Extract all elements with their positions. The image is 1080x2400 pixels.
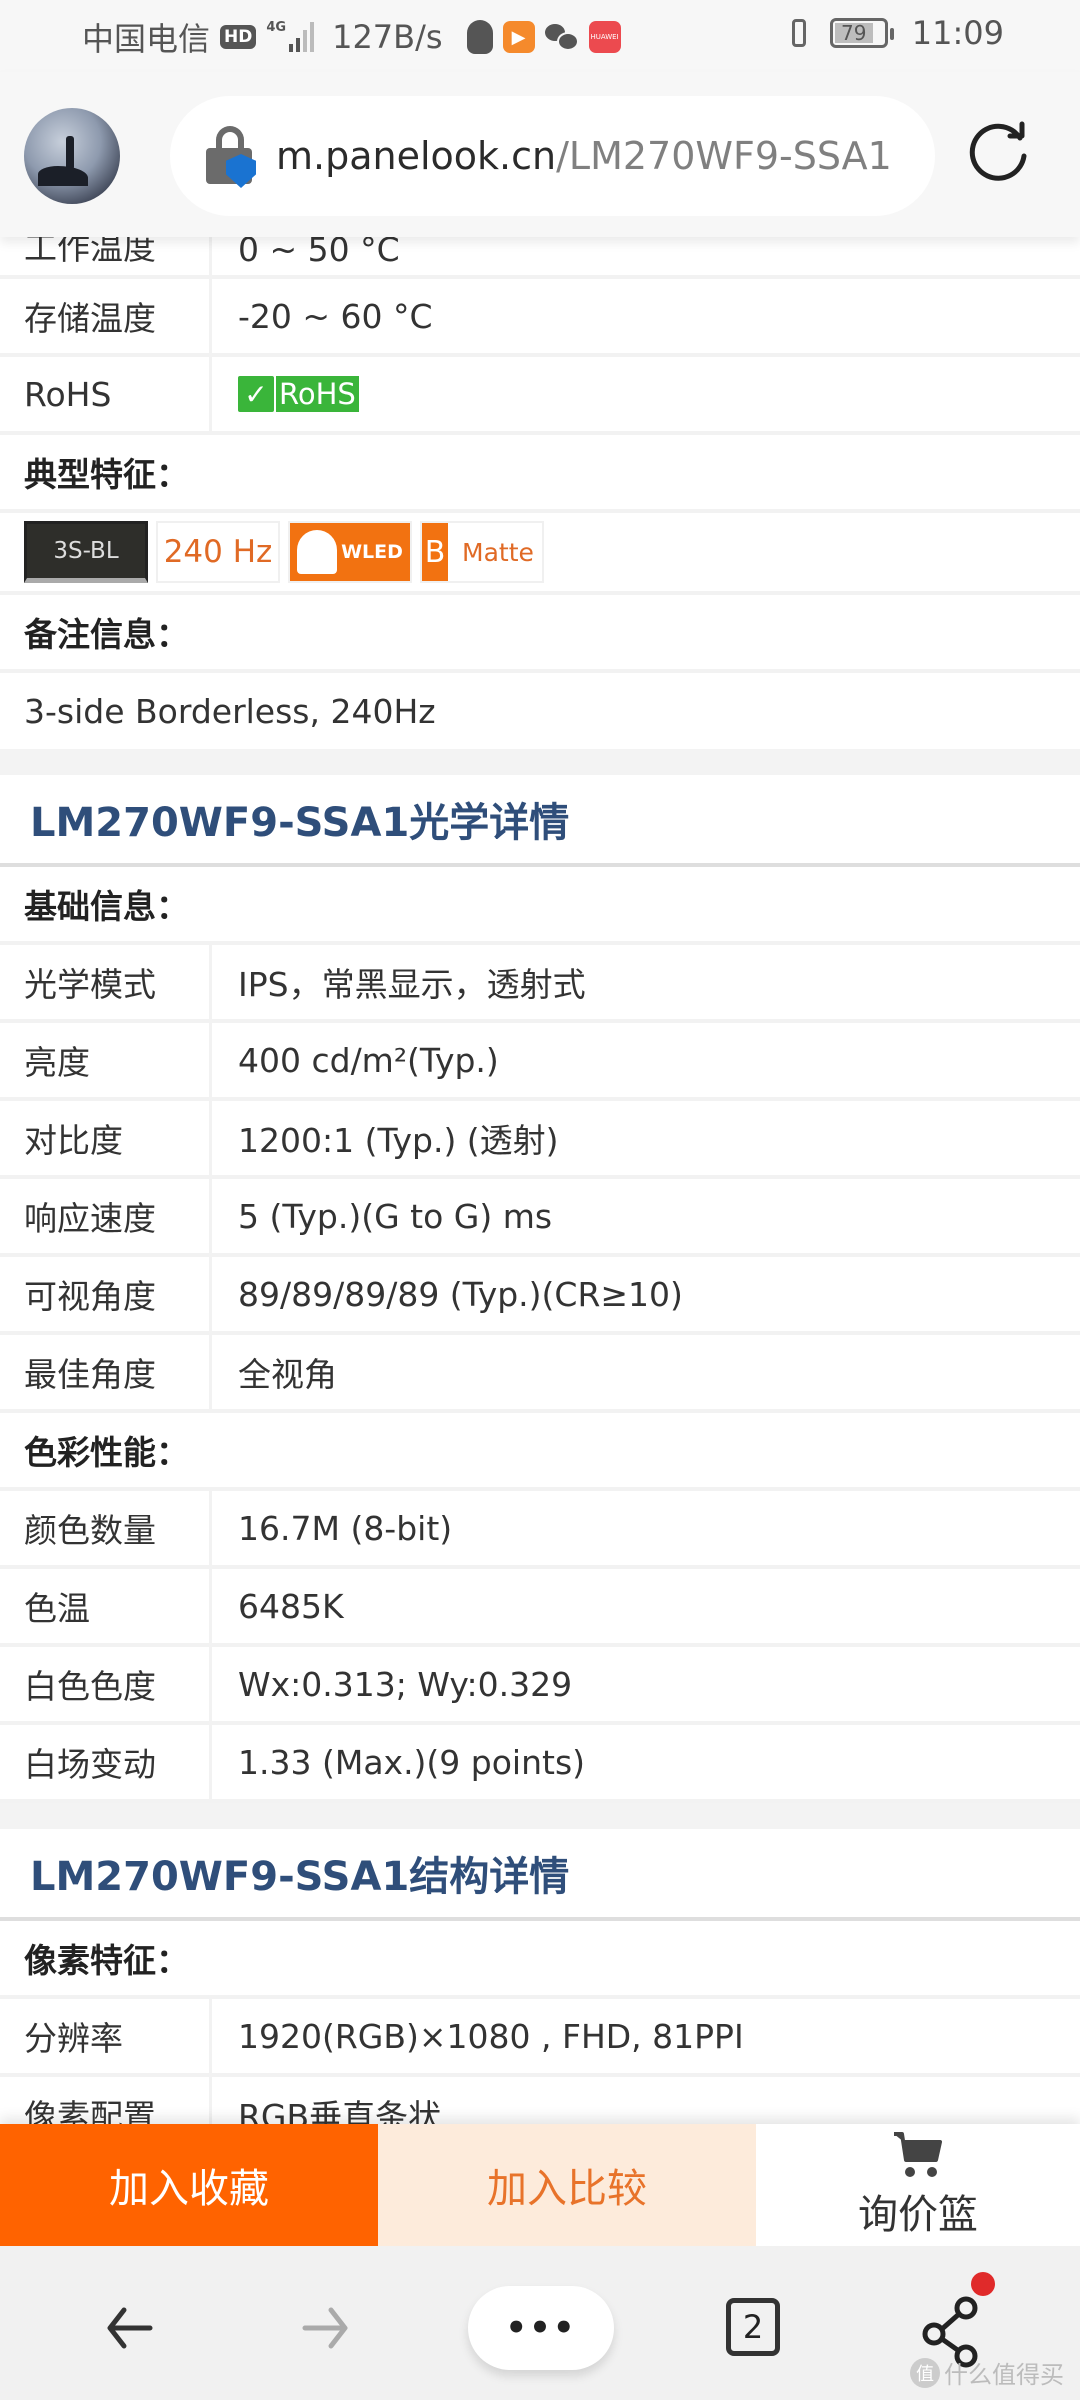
spec-value: 89/89/89/89 (Typ.)(CR≥10)	[238, 1274, 683, 1314]
features-heading: 典型特征：	[0, 435, 1080, 513]
browser-toolbar: m.panelook.cn/LM270WF9-SSA1	[0, 72, 1080, 237]
battery-level: 79	[834, 21, 873, 45]
hd-voice-icon: HD	[220, 25, 257, 49]
remarks-heading: 备注信息：	[0, 595, 1080, 673]
spec-label: 白色色度	[0, 1647, 212, 1721]
optical-section-title: LM270WF9-SSA1光学详情	[0, 775, 1080, 867]
action-bar: 加入收藏 加入比较 询价篮	[0, 2124, 1080, 2246]
spec-label: 颜色数量	[0, 1491, 212, 1565]
badge-3s-bl[interactable]: 3S-BL	[24, 521, 148, 583]
spec-label: 光学模式	[0, 945, 212, 1019]
carrier-name: 中国电信	[82, 20, 211, 58]
spec-label: 存储温度	[0, 279, 212, 353]
url-path: /LM270WF9-SSA1	[556, 134, 892, 178]
color-heading: 色彩性能：	[0, 1413, 1080, 1491]
spec-label: 响应速度	[0, 1179, 212, 1253]
spec-label: 色温	[0, 1569, 212, 1643]
tabs-button[interactable]: 2	[726, 2298, 780, 2356]
spec-value: 6485K	[238, 1586, 344, 1626]
spec-row: 白色色度 Wx:0.313; Wy:0.329	[0, 1647, 1080, 1725]
spec-label: RoHS	[0, 357, 212, 431]
reload-button[interactable]	[964, 116, 1036, 188]
spec-value: 1920(RGB)×1080 , FHD, 81PPI	[238, 2016, 744, 2056]
arrow-right-icon	[302, 2307, 348, 2349]
basic-info-heading: 基础信息：	[0, 867, 1080, 945]
huawei-icon: HUAWEI	[588, 21, 621, 53]
watermark-logo-icon: 值	[910, 2357, 940, 2388]
badge-240hz[interactable]: 240 Hz	[156, 521, 280, 583]
notification-dot	[971, 2272, 995, 2296]
badge-wled[interactable]: WLED	[288, 521, 412, 583]
spec-value: 400 cd/m²(Typ.)	[238, 1040, 499, 1080]
cart-icon	[894, 2132, 942, 2177]
spec-value: 1200:1 (Typ.) (透射)	[238, 1121, 559, 1160]
spec-label: 亮度	[0, 1023, 212, 1097]
check-icon: ✓	[238, 376, 274, 412]
wechat-icon	[544, 22, 579, 52]
vibrate-icon	[782, 18, 816, 48]
status-bar: 中国电信 HD 4G 127B/s ▶ HUAWEI 79 11:09	[0, 0, 1080, 72]
spec-row: 存储温度 -20 ~ 60 °C	[0, 279, 1080, 357]
spec-label: 白场变动	[0, 1725, 212, 1799]
spec-label: 工作温度	[0, 237, 212, 275]
spec-row: 对比度 1200:1 (Typ.) (透射)	[0, 1101, 1080, 1179]
spec-row: 工作温度 0 ~ 50 °C	[0, 237, 1080, 279]
secure-lock-icon	[206, 126, 258, 188]
spec-row: 分辨率 1920(RGB)×1080 , FHD, 81PPI	[0, 1999, 1080, 2077]
reload-icon	[969, 121, 1027, 181]
spec-row: 亮度 400 cd/m²(Typ.)	[0, 1023, 1080, 1101]
spec-row: RoHS ✓ RoHS	[0, 357, 1080, 435]
spec-row: 最佳角度 全视角	[0, 1335, 1080, 1413]
spec-value: -20 ~ 60 °C	[238, 296, 433, 336]
address-bar[interactable]: m.panelook.cn/LM270WF9-SSA1	[170, 96, 935, 216]
url-host: m.panelook.cn	[276, 134, 557, 178]
qq-icon	[466, 20, 493, 54]
add-compare-button[interactable]: 加入比较	[378, 2124, 756, 2246]
pixel-heading: 像素特征：	[0, 1921, 1080, 1999]
rohs-badge: ✓ RoHS	[238, 376, 359, 412]
remarks-text: 3-side Borderless, 240Hz	[0, 673, 1080, 749]
spec-row: 响应速度 5 (Typ.)(G to G) ms	[0, 1179, 1080, 1257]
spec-label: 对比度	[0, 1101, 212, 1175]
spec-value: 1.33 (Max.)(9 points)	[238, 1742, 586, 1782]
spec-value: IPS，常黑显示，透射式	[238, 965, 586, 1004]
spec-row: 色温 6485K	[0, 1569, 1080, 1647]
spec-value: 16.7M (8-bit)	[238, 1508, 453, 1548]
add-favorite-button[interactable]: 加入收藏	[0, 2124, 378, 2246]
arrow-left-icon	[107, 2307, 153, 2349]
back-button[interactable]	[90, 2288, 170, 2368]
page-content: 工作温度 0 ~ 50 °C 存储温度 -20 ~ 60 °C RoHS ✓ R…	[0, 237, 1080, 2155]
feature-badges: 3S-BL 240 Hz WLED B Matte	[0, 513, 1080, 595]
user-avatar[interactable]	[24, 108, 120, 204]
spec-value: Wx:0.313; Wy:0.329	[238, 1664, 573, 1704]
spec-label: 可视角度	[0, 1257, 212, 1331]
network-speed: 127B/s	[332, 18, 443, 56]
clock: 11:09	[911, 14, 1004, 52]
spec-value: 0 ~ 50 °C	[238, 237, 400, 269]
signal-icon: 4G	[266, 21, 315, 52]
menu-button[interactable]: •••	[468, 2286, 614, 2370]
spec-row: 白场变动 1.33 (Max.)(9 points)	[0, 1725, 1080, 1803]
inquiry-basket-button[interactable]: 询价篮	[756, 2124, 1080, 2246]
forward-button[interactable]	[285, 2288, 365, 2368]
spec-value: 全视角	[238, 1355, 337, 1394]
watermark: 值 什么值得买	[910, 2355, 1064, 2390]
spec-row: 光学模式 IPS，常黑显示，透射式	[0, 945, 1080, 1023]
video-app-icon: ▶	[502, 21, 535, 53]
structure-section-title: LM270WF9-SSA1结构详情	[0, 1829, 1080, 1921]
spec-row: 颜色数量 16.7M (8-bit)	[0, 1491, 1080, 1569]
spec-label: 分辨率	[0, 1999, 212, 2073]
spec-label: 最佳角度	[0, 1335, 212, 1409]
battery-icon: 79	[829, 18, 894, 48]
badge-matte[interactable]: B Matte	[420, 521, 544, 583]
spec-value: 5 (Typ.)(G to G) ms	[238, 1196, 553, 1236]
bulb-icon	[297, 530, 338, 574]
spec-row: 可视角度 89/89/89/89 (Typ.)(CR≥10)	[0, 1257, 1080, 1335]
